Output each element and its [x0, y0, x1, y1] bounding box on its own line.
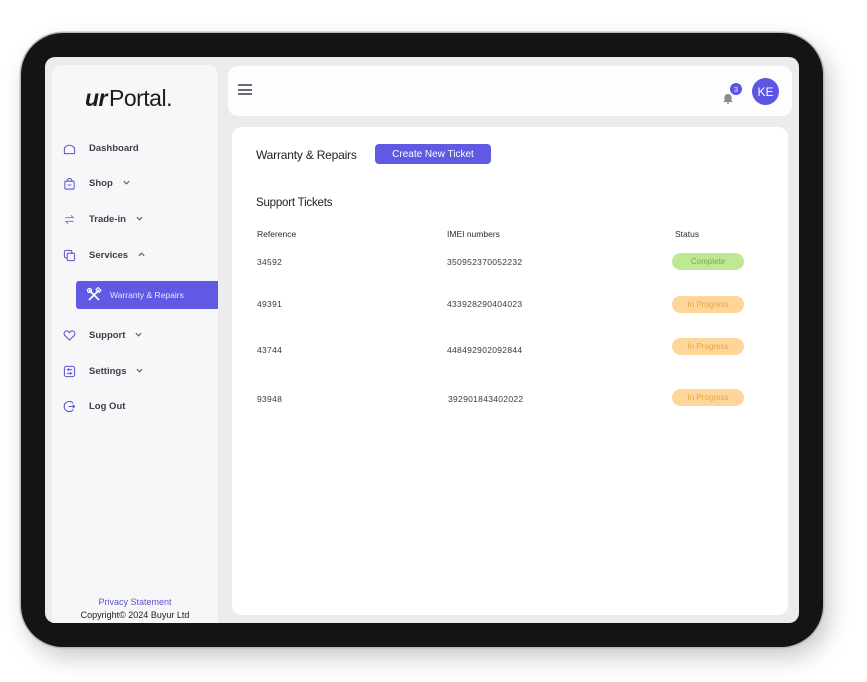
chevron-down-icon[interactable] — [134, 330, 144, 340]
status-badge: In Progress — [672, 338, 744, 355]
sidebar-item-services[interactable]: Services — [62, 243, 147, 267]
reference-cell: 49391 — [257, 299, 283, 309]
imei-cell: 433928290404023 — [447, 299, 523, 309]
logo: urPortal. — [85, 85, 172, 112]
home-icon — [62, 141, 76, 155]
column-header-imei: IMEI numbers — [447, 229, 500, 239]
logo-prefix: ur — [85, 85, 108, 111]
sidebar-item-label: Services — [89, 249, 129, 261]
imei-cell: 392901843402022 — [448, 394, 524, 404]
sidebar-item-label: Shop — [89, 177, 113, 189]
sidebar-item-label: Dashboard — [89, 142, 139, 154]
reference-cell: 43744 — [257, 345, 283, 355]
shopping-bag-icon — [62, 176, 76, 190]
heart-icon — [62, 328, 76, 342]
sidebar-item-label: Log Out — [89, 400, 126, 412]
create-new-ticket-button[interactable]: Create New Ticket — [375, 144, 491, 164]
status-badge: In Progress — [672, 389, 744, 406]
stage: urPortal. Dashboard Shop Trade-in Servic… — [0, 0, 867, 682]
sidebar-subitem-label: Warranty & Repairs — [110, 290, 184, 300]
swap-arrows-icon — [62, 212, 76, 226]
reference-cell: 93948 — [257, 394, 283, 404]
column-header-status: Status — [675, 229, 700, 239]
services-icon — [62, 248, 76, 262]
status-badge: Complete — [672, 253, 744, 270]
sidebar-item-label: Support — [89, 329, 126, 341]
main-card: Warranty & Repairs Create New Ticket Sup… — [232, 127, 788, 615]
avatar[interactable]: KE — [752, 78, 779, 105]
column-header-reference: Reference — [257, 229, 297, 239]
sidebar-item-label: Settings — [89, 365, 127, 377]
sidebar-item-label: Trade-in — [89, 213, 126, 225]
chevron-down-icon[interactable] — [135, 366, 145, 376]
sidebar-item-shop[interactable]: Shop — [62, 171, 132, 195]
topbar: 3 KE — [228, 66, 792, 116]
sidebar-item-trade-in[interactable]: Trade-in — [62, 207, 145, 231]
reference-cell: 34592 — [257, 257, 283, 267]
tools-icon — [86, 287, 102, 303]
settings-icon — [62, 364, 76, 378]
imei-cell: 350952370052232 — [447, 257, 523, 267]
chevron-down-icon[interactable] — [122, 178, 132, 188]
hamburger-icon[interactable] — [238, 84, 252, 97]
sidebar: urPortal. Dashboard Shop Trade-in Servic… — [52, 65, 218, 623]
screen: urPortal. Dashboard Shop Trade-in Servic… — [45, 57, 799, 623]
page-title: Warranty & Repairs — [256, 148, 357, 162]
logo-name: Portal. — [109, 85, 172, 111]
sidebar-footer: Privacy Statement Copyright© 2024 Buyur … — [52, 597, 218, 620]
section-title: Support Tickets — [256, 197, 333, 209]
imei-cell: 448492902092844 — [447, 345, 523, 355]
chevron-up-icon[interactable] — [137, 250, 147, 260]
copyright-text: Copyright© 2024 Buyur Ltd — [80, 610, 190, 620]
sidebar-item-support[interactable]: Support — [62, 323, 144, 347]
sidebar-item-dashboard[interactable]: Dashboard — [62, 136, 139, 160]
status-badge: In Progress — [672, 296, 744, 313]
notification-count-badge: 3 — [730, 83, 742, 95]
sidebar-item-log-out[interactable]: Log Out — [62, 394, 125, 418]
logout-icon — [62, 399, 76, 413]
chevron-down-icon[interactable] — [135, 214, 145, 224]
privacy-statement-link[interactable]: Privacy Statement — [52, 597, 218, 607]
sidebar-item-settings[interactable]: Settings — [62, 359, 145, 383]
sidebar-subitem-warranty-repairs[interactable]: Warranty & Repairs — [76, 281, 218, 309]
